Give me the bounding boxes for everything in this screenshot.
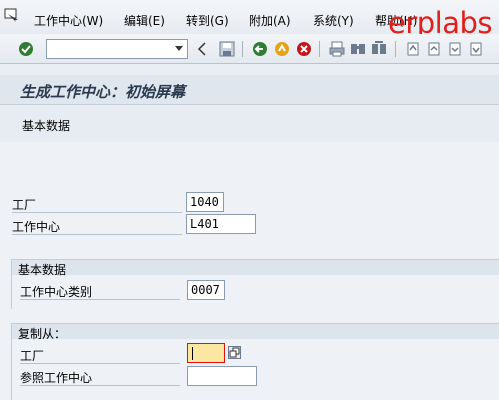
text-cursor [192, 347, 193, 360]
plant-field[interactable]: 1040 [186, 192, 224, 212]
toolbar-separator [319, 41, 320, 57]
copy-plant-field[interactable] [187, 343, 225, 363]
next-page-icon[interactable] [447, 41, 463, 57]
menu-system[interactable]: 系统(Y) [313, 12, 354, 29]
application-toolbar: 基本数据 [0, 106, 499, 142]
workcenter-field[interactable]: L401 [186, 214, 256, 234]
copy-plant-label-underline [20, 363, 180, 364]
basic-data-group: 工作中心类别 0007 [11, 275, 499, 309]
ref-workcenter-field[interactable] [187, 366, 257, 386]
toolbar-separator [242, 41, 243, 57]
category-label-underline [20, 299, 180, 300]
copy-plant-label: 工厂 [20, 349, 45, 363]
exit-icon[interactable] [274, 41, 290, 57]
workcenter-category-field[interactable]: 0007 [187, 280, 225, 300]
system-menu-icon[interactable] [4, 8, 20, 22]
screen-title-bar: 生成工作中心：初始屏幕 [0, 75, 499, 105]
menu-goto[interactable]: 转到(G) [186, 12, 229, 29]
standard-toolbar [0, 34, 499, 64]
copy-from-group-header: 复制从： [11, 323, 499, 341]
toolbar-separator [395, 41, 396, 57]
page-title: 生成工作中心：初始屏幕 [20, 83, 186, 101]
workcenter-label: 工作中心 [12, 220, 61, 234]
ref-workcenter-label: 参照工作中心 [20, 371, 93, 385]
previous-page-icon[interactable] [426, 41, 442, 57]
search-help-icon[interactable] [228, 346, 241, 359]
main-content: 工厂 1040 工作中心 L401 基本数据 工作中心类别 0007 复制从： … [0, 142, 499, 400]
copy-from-group: 工厂 参照工作中心 [11, 339, 499, 400]
command-field[interactable] [46, 39, 188, 59]
collapse-arrow-icon[interactable] [197, 41, 207, 57]
menu-bar: 工作中心(W) 编辑(E) 转到(G) 附加(A) 系统(Y) 帮助(H) er… [0, 0, 499, 40]
enter-check-icon[interactable] [18, 41, 34, 57]
workcenter-category-label: 工作中心类别 [20, 285, 93, 299]
save-icon[interactable] [219, 41, 235, 57]
menu-edit[interactable]: 编辑(E) [124, 12, 165, 29]
command-dropdown-icon[interactable] [175, 46, 183, 51]
menu-extras[interactable]: 附加(A) [249, 12, 291, 29]
back-icon[interactable] [252, 41, 268, 57]
workcenter-label-underline [12, 234, 182, 235]
basic-data-button[interactable]: 基本数据 [22, 117, 70, 134]
plant-label: 工厂 [12, 198, 37, 212]
plant-label-underline [12, 212, 182, 213]
print-icon[interactable] [329, 41, 345, 57]
menu-workcenter[interactable]: 工作中心(W) [34, 12, 103, 29]
last-page-icon[interactable] [468, 41, 484, 57]
find-icon[interactable] [350, 41, 366, 57]
ref-workcenter-label-underline [20, 385, 180, 386]
first-page-icon[interactable] [405, 41, 421, 57]
basic-data-group-header: 基本数据 [11, 259, 499, 277]
find-next-icon[interactable] [371, 41, 387, 57]
cancel-icon[interactable] [296, 41, 312, 57]
